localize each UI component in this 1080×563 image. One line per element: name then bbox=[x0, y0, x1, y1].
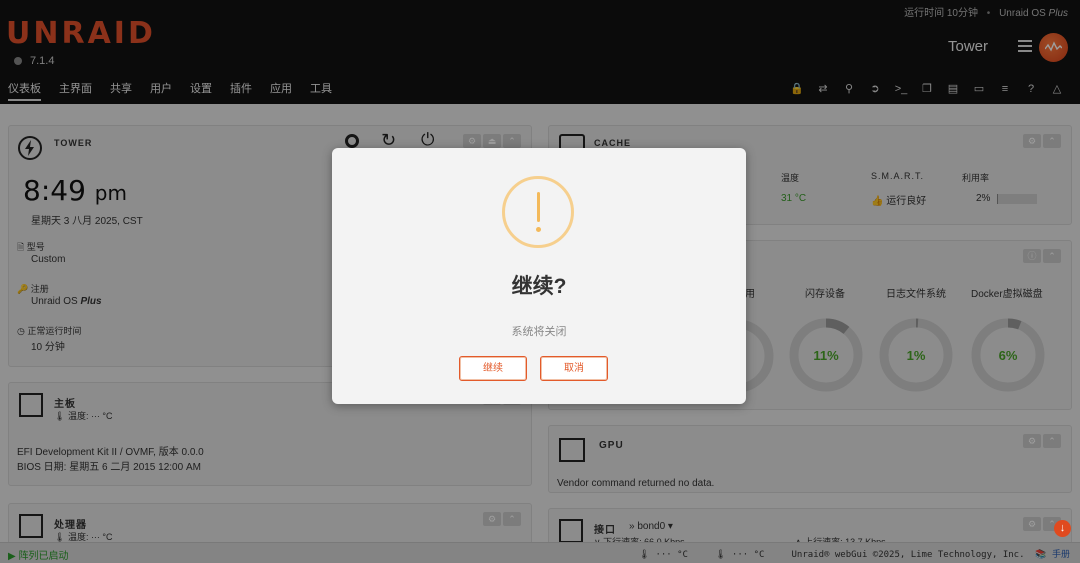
dialog-title: 继续? bbox=[511, 275, 567, 298]
scroll-down-icon[interactable]: ↓ bbox=[1054, 520, 1071, 537]
confirm-button[interactable]: 继续 bbox=[459, 356, 527, 381]
confirm-dialog: 继续? 系统将关闭 继续 取消 bbox=[332, 148, 746, 404]
dialog-message: 系统将关闭 bbox=[511, 326, 567, 338]
warning-icon bbox=[502, 176, 574, 248]
cancel-button[interactable]: 取消 bbox=[540, 356, 608, 381]
